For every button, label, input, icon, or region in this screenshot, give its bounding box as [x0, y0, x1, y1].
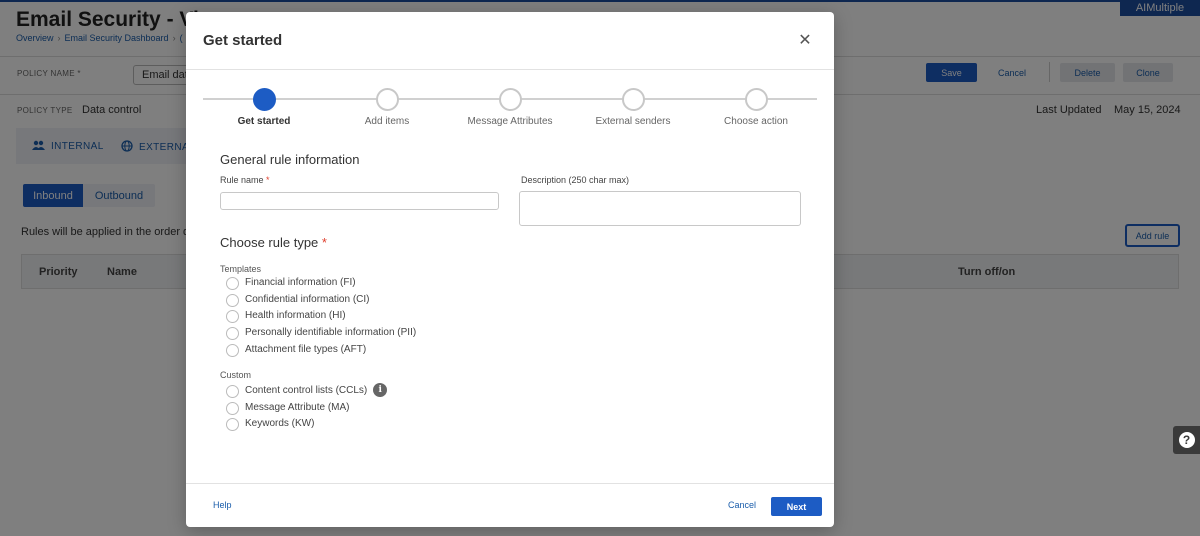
radio-confidential-information[interactable]: Confidential information (CI) [226, 292, 370, 307]
step-choose-action[interactable]: Choose action [701, 88, 811, 127]
next-button[interactable]: Next [771, 497, 822, 516]
radio-button[interactable] [226, 344, 239, 357]
help-link[interactable]: Help [213, 500, 232, 510]
step-label: Add items [364, 116, 410, 127]
radio-content-control-lists[interactable]: Content control lists (CCLs) i [226, 383, 388, 398]
step-indicator [621, 88, 645, 111]
step-indicator [375, 88, 399, 111]
radio-keywords[interactable]: Keywords (KW) [226, 416, 314, 431]
rule-name-label: Rule name * [220, 175, 270, 185]
radio-button[interactable] [226, 294, 239, 307]
description-textarea[interactable] [519, 191, 801, 226]
templates-label: Templates [220, 264, 262, 274]
radio-button[interactable] [226, 310, 239, 323]
radio-button[interactable] [226, 385, 239, 398]
radio-financial-information[interactable]: Financial information (FI) [226, 275, 356, 290]
modal-title: Get started [203, 32, 283, 49]
description-label: Description (250 char max) [521, 175, 630, 185]
close-icon[interactable]: ✕ [798, 32, 812, 50]
wizard-stepper: Get started Add items Message Attributes… [203, 88, 817, 132]
modal-cancel-button[interactable]: Cancel [728, 500, 756, 510]
general-rule-heading: General rule information [220, 152, 360, 167]
radio-health-information[interactable]: Health information (HI) [226, 308, 346, 323]
step-add-items[interactable]: Add items [332, 88, 442, 127]
step-get-started[interactable]: Get started [209, 88, 319, 127]
radio-personally-identifiable-information[interactable]: Personally identifiable information (PII… [226, 325, 416, 340]
radio-button[interactable] [226, 402, 239, 415]
question-icon: ? [1178, 432, 1195, 448]
step-label: Message Attributes [467, 116, 553, 127]
radio-button[interactable] [226, 418, 239, 431]
radio-message-attribute[interactable]: Message Attribute (MA) [226, 400, 349, 415]
radio-attachment-file-types[interactable]: Attachment file types (AFT) [226, 342, 366, 357]
modal-footer: Help Cancel Next [186, 483, 834, 527]
step-message-attributes[interactable]: Message Attributes [455, 88, 565, 127]
radio-button[interactable] [226, 277, 239, 290]
help-floating-button[interactable]: ? [1173, 426, 1200, 454]
custom-label: Custom [220, 370, 252, 380]
step-indicator [252, 88, 276, 111]
step-label: Get started [237, 116, 291, 127]
step-indicator [744, 88, 768, 111]
step-indicator [498, 88, 522, 111]
step-label: Choose action [724, 116, 788, 127]
step-label: External senders [595, 116, 671, 127]
modal-header: Get started ✕ [186, 12, 834, 70]
rule-name-input[interactable] [220, 192, 499, 210]
rule-type-heading: Choose rule type * [220, 235, 327, 250]
step-external-senders[interactable]: External senders [578, 88, 688, 127]
get-started-modal: Get started ✕ Get started Add items Mess… [186, 12, 834, 527]
radio-button[interactable] [226, 327, 239, 340]
info-icon[interactable]: i [373, 383, 388, 397]
